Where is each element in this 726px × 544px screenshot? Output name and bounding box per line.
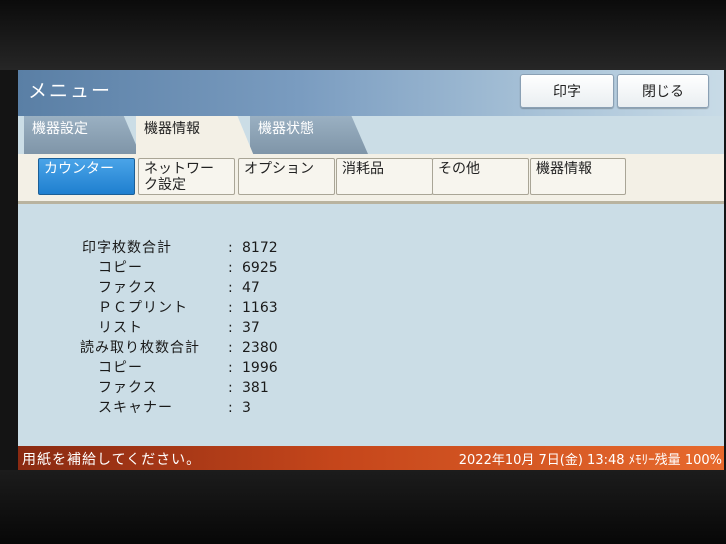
counter-separator: : [228,260,233,276]
counter-row-fax: ファクス : 47 [18,278,418,298]
status-message: 用紙を補給してください。 [22,452,202,468]
tab-device-status[interactable]: 機器状態 [250,116,368,154]
tab-device-settings[interactable]: 機器設定 [24,116,140,154]
counter-label: ＰＣプリント [98,300,188,316]
subtab-network-line2: ク設定 [144,177,186,193]
counter-value: 47 [242,280,260,296]
memory-value: 100% [684,453,722,468]
counter-label: コピー [98,360,143,376]
counter-separator: : [228,300,233,316]
counter-value: 6925 [242,260,278,276]
counter-row-pc-print: ＰＣプリント : 1163 [18,298,418,318]
counter-separator: : [228,280,233,296]
page-title: メニュー [28,80,113,102]
device-bezel-top [0,0,726,70]
counter-label: コピー [98,260,143,276]
status-datetime: 2022年10月 7日(金) 13:48 [458,453,625,468]
counter-label: リスト [98,320,143,336]
counter-row-scan-copy: コピー : 1996 [18,358,418,378]
subtab-network-line1: ネットワー [144,161,214,177]
subtab-device-info[interactable]: 機器情報 [530,158,626,195]
counter-separator: : [228,380,233,396]
counter-value: 2380 [242,340,278,356]
counter-label: 印字枚数合計 [82,240,172,256]
subtab-counter[interactable]: カウンター [38,158,135,195]
sub-tab-bar: カウンター ネットワー ク設定 オプション 消耗品 その他 機器情報 [18,154,724,204]
subtab-options[interactable]: オプション [238,158,335,195]
counter-row-list: リスト : 37 [18,318,418,338]
counter-row-print-total: 印字枚数合計 : 8172 [18,238,418,258]
device-bezel-bottom [0,470,726,544]
subtab-network-settings[interactable]: ネットワー ク設定 [138,158,235,195]
counter-row-copy: コピー : 6925 [18,258,418,278]
counter-label: ファクス [98,280,158,296]
subtab-consumables[interactable]: 消耗品 [336,158,433,195]
title-bar: メニュー 印字 閉じる [18,70,724,116]
counter-value: 381 [242,380,269,396]
counter-value: 8172 [242,240,278,256]
memory-label: ﾒﾓﾘｰ残量 [628,453,681,468]
counter-label: 読み取り枚数合計 [80,340,200,356]
counter-row-scan-fax: ファクス : 381 [18,378,418,398]
counter-row-scan-total: 読み取り枚数合計 : 2380 [18,338,418,358]
counter-row-scanner: スキャナー : 3 [18,398,418,418]
subtab-other[interactable]: その他 [432,158,529,195]
status-info: 2022年10月 7日(金) 13:48 ﾒﾓﾘｰ残量 100% [459,449,722,468]
status-bar: 用紙を補給してください。 2022年10月 7日(金) 13:48 ﾒﾓﾘｰ残量… [18,446,724,470]
counter-value: 1996 [242,360,278,376]
counter-label: スキャナー [98,400,173,416]
lcd-screen: メニュー 印字 閉じる 機器設定 機器情報 機器状態 カウンター ネットワー ク… [18,70,724,470]
counter-separator: : [228,320,233,336]
counter-panel: 印字枚数合計 : 8172 コピー : 6925 ファクス : 47 ＰＣプリン… [18,204,724,445]
counter-label: ファクス [98,380,158,396]
print-button[interactable]: 印字 [520,74,614,108]
counter-separator: : [228,240,233,256]
counter-separator: : [228,340,233,356]
tab-device-info[interactable]: 機器情報 [136,116,254,156]
counter-value: 37 [242,320,260,336]
counter-separator: : [228,360,233,376]
counter-separator: : [228,400,233,416]
counter-value: 3 [242,400,251,416]
close-button[interactable]: 閉じる [617,74,709,108]
counter-value: 1163 [242,300,278,316]
